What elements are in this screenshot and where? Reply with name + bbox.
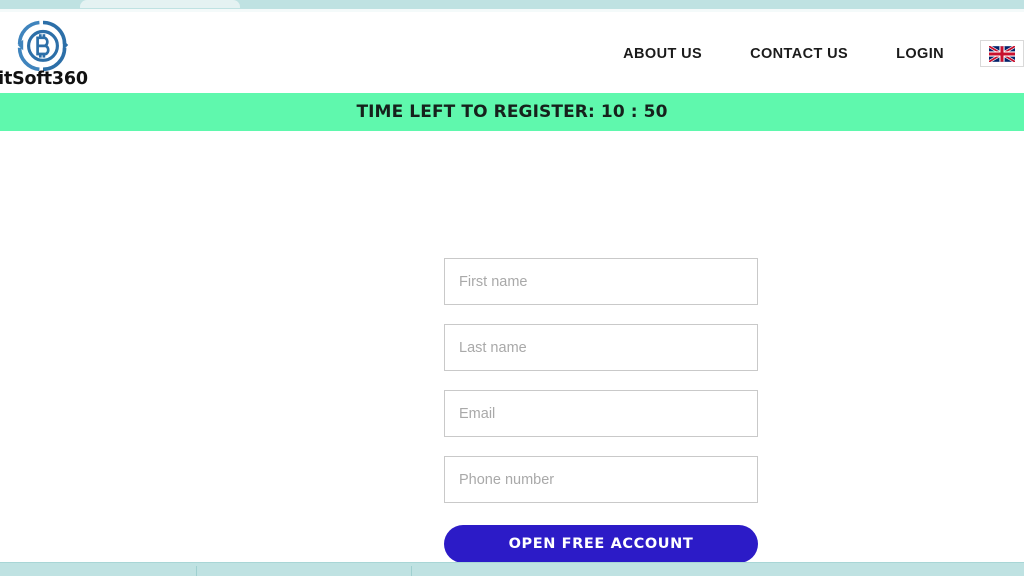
main-navigation: ABOUT US CONTACT US LOGIN xyxy=(599,40,1024,67)
bitcoin-target-logo-icon xyxy=(17,20,69,72)
page-root: itSoft360 ABOUT US CONTACT US LOGIN TIME… xyxy=(0,0,1024,576)
browser-chrome-strip xyxy=(0,0,1024,9)
last-name-input[interactable] xyxy=(444,324,758,371)
hero-section: OPEN FREE ACCOUNT xyxy=(0,131,1024,563)
browser-tab[interactable] xyxy=(80,0,240,8)
field-spacer xyxy=(444,371,758,390)
brand-name: itSoft360 xyxy=(0,69,88,89)
countdown-text: TIME LEFT TO REGISTER: 10 : 50 xyxy=(356,102,668,122)
field-spacer xyxy=(444,437,758,456)
phone-input[interactable] xyxy=(444,456,758,503)
signup-form: OPEN FREE ACCOUNT xyxy=(444,258,758,563)
brand-logo[interactable]: itSoft360 xyxy=(0,18,98,89)
bottom-strip-divider xyxy=(196,566,197,576)
email-input[interactable] xyxy=(444,390,758,437)
open-free-account-button[interactable]: OPEN FREE ACCOUNT xyxy=(444,525,758,563)
language-switcher[interactable] xyxy=(980,40,1024,67)
site-header: itSoft360 ABOUT US CONTACT US LOGIN xyxy=(0,12,1024,93)
field-spacer xyxy=(444,305,758,324)
bottom-strip-divider xyxy=(411,566,412,576)
first-name-input[interactable] xyxy=(444,258,758,305)
countdown-banner: TIME LEFT TO REGISTER: 10 : 50 xyxy=(0,93,1024,131)
bottom-strip xyxy=(0,562,1024,576)
nav-link-about-us[interactable]: ABOUT US xyxy=(599,46,726,62)
nav-link-contact-us[interactable]: CONTACT US xyxy=(726,46,872,62)
nav-link-login[interactable]: LOGIN xyxy=(872,46,968,62)
uk-flag-icon xyxy=(989,45,1015,62)
